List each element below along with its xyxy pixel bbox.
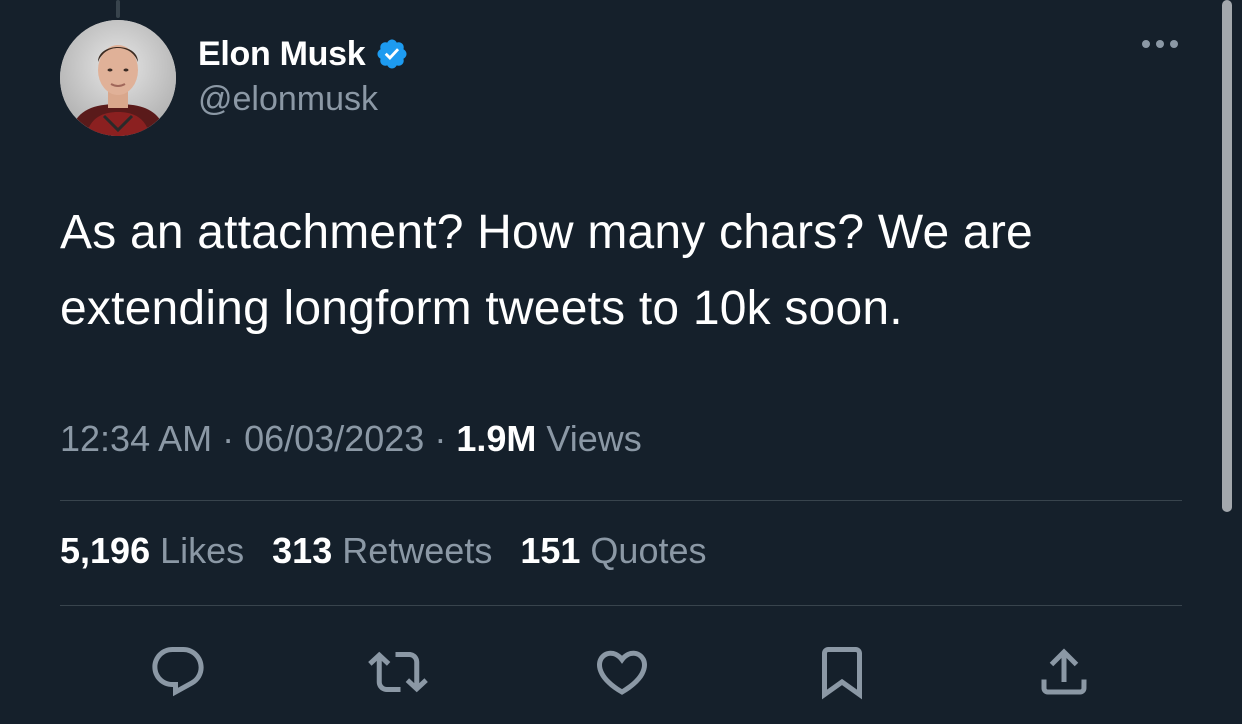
retweets-stat[interactable]: 313 Retweets (272, 530, 492, 572)
separator: · (222, 418, 235, 459)
tweet-metadata: 12:34 AM · 06/03/2023 · 1.9M Views (60, 418, 642, 460)
more-icon-dot (1170, 40, 1178, 48)
user-handle[interactable]: @elonmusk (198, 80, 409, 119)
retweet-icon (368, 651, 428, 693)
like-button[interactable] (590, 640, 654, 704)
views-label[interactable]: Views (546, 418, 641, 459)
tweet-date[interactable]: 06/03/2023 (244, 418, 424, 459)
heart-icon (596, 650, 648, 695)
reply-icon (152, 647, 204, 697)
reply-button[interactable] (146, 640, 210, 704)
scrollbar[interactable] (1222, 0, 1232, 512)
thread-connector-line (116, 0, 120, 18)
separator: · (434, 418, 447, 459)
likes-label: Likes (160, 530, 245, 571)
display-name[interactable]: Elon Musk (198, 35, 366, 74)
verified-badge-icon[interactable] (375, 37, 409, 71)
share-icon (1041, 648, 1087, 695)
likes-stat[interactable]: 5,196 Likes (60, 530, 244, 572)
quotes-stat[interactable]: 151 Quotes (520, 530, 706, 572)
divider (60, 500, 1182, 501)
retweet-button[interactable] (366, 640, 430, 704)
retweets-label: Retweets (342, 530, 493, 571)
retweets-count: 313 (272, 530, 333, 571)
more-options-button[interactable] (1142, 40, 1178, 48)
tweet-text: As an attachment? How many chars? We are… (60, 206, 1033, 335)
views-count[interactable]: 1.9M (456, 418, 536, 459)
quotes-label: Quotes (590, 530, 707, 571)
more-icon-dot (1156, 40, 1164, 48)
bookmark-icon (822, 647, 862, 700)
share-button[interactable] (1032, 640, 1096, 704)
tweet-time[interactable]: 12:34 AM (60, 418, 212, 459)
avatar-image (60, 20, 176, 136)
bookmark-button[interactable] (810, 640, 874, 704)
likes-count: 5,196 (60, 530, 151, 571)
quotes-count: 151 (520, 530, 581, 571)
action-bar (0, 640, 1242, 704)
tweet-detail-view: Elon Musk @elonmusk As an attachment? Ho… (0, 0, 1242, 724)
divider (60, 605, 1182, 606)
avatar[interactable] (60, 20, 176, 136)
name-row: Elon Musk (198, 30, 409, 78)
engagement-stats: 5,196 Likes 313 Retweets 151 Quotes (60, 530, 707, 572)
more-icon (1142, 40, 1150, 48)
author-info[interactable]: Elon Musk @elonmusk (198, 30, 409, 119)
